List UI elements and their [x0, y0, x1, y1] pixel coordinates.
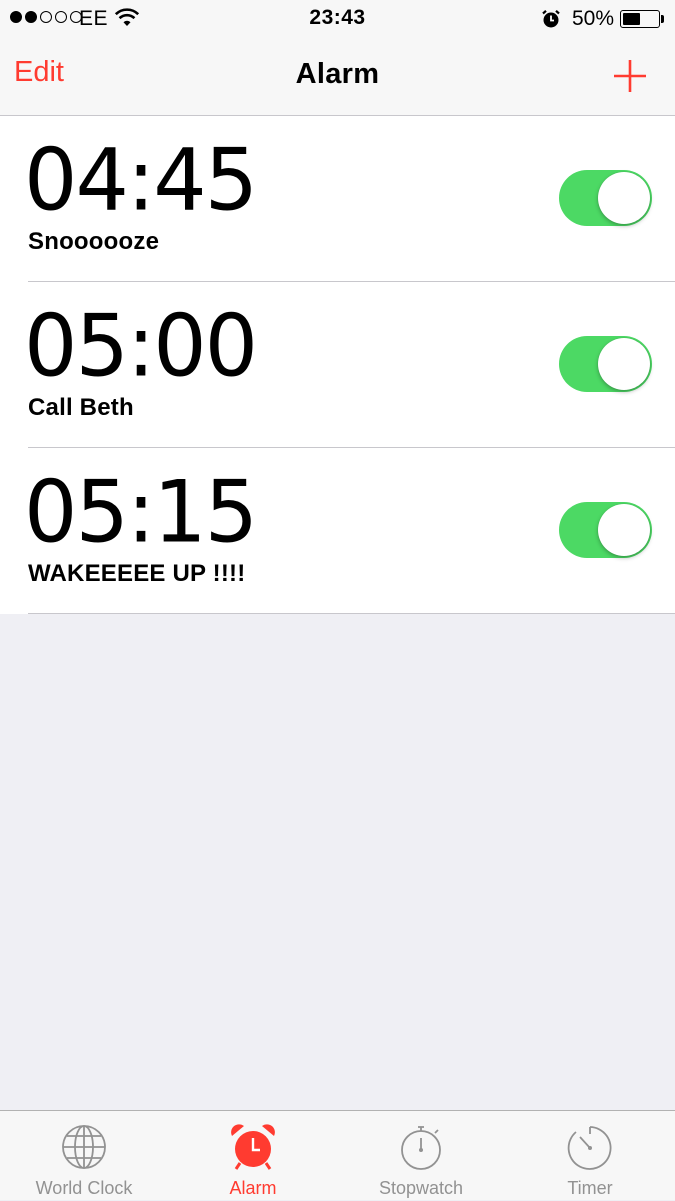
- tab-label: Alarm: [229, 1178, 277, 1198]
- tab-label: Stopwatch: [378, 1178, 464, 1198]
- tab-timer[interactable]: Timer: [506, 1111, 674, 1201]
- plus-icon[interactable]: [612, 58, 648, 94]
- page-title: Alarm: [295, 58, 380, 90]
- tab-label: Timer: [567, 1178, 613, 1198]
- toggle-knob: [598, 172, 650, 224]
- alarm-toggle[interactable]: [559, 336, 652, 392]
- battery-level-fill: [623, 13, 640, 25]
- battery-percentage: 50%: [572, 7, 615, 30]
- alarm-toggle[interactable]: [559, 502, 652, 558]
- alarm-clock-icon: [231, 1124, 275, 1170]
- stopwatch-icon: [401, 1126, 441, 1170]
- alarm-toggle[interactable]: [559, 170, 652, 226]
- tab-bar: World Clock Alarm Stopwatch Timer: [0, 1110, 675, 1200]
- alarm-row[interactable]: 05:15 WAKEEEEE UP !!!!: [0, 448, 675, 614]
- tab-world-clock[interactable]: World Clock: [0, 1111, 168, 1201]
- alarm-indicator-icon: [541, 9, 561, 35]
- battery-nub: [661, 15, 664, 23]
- toggle-knob: [598, 504, 650, 556]
- alarm-label: WAKEEEEE UP !!!!: [28, 560, 246, 587]
- alarm-row[interactable]: 05:00 Call Beth: [0, 282, 675, 448]
- globe-icon: [62, 1125, 106, 1169]
- top-bar: EE 23:43 50% Edit Alarm: [0, 0, 675, 116]
- alarm-time: 04:45: [24, 130, 258, 230]
- alarm-list: 04:45 Snoooooze 05:00 Call Beth 05:15 WA…: [0, 116, 675, 614]
- battery-icon: [620, 10, 660, 28]
- alarm-row[interactable]: 04:45 Snoooooze: [0, 116, 675, 282]
- alarm-time: 05:00: [24, 296, 258, 396]
- alarm-label: Call Beth: [28, 394, 134, 421]
- tab-stopwatch[interactable]: Stopwatch: [337, 1111, 505, 1201]
- tab-alarm[interactable]: Alarm: [169, 1111, 337, 1201]
- alarm-time: 05:15: [24, 462, 258, 562]
- toggle-knob: [598, 338, 650, 390]
- alarm-label: Snoooooze: [28, 228, 160, 255]
- tab-label: World Clock: [35, 1178, 133, 1198]
- status-bar: EE 23:43 50%: [0, 0, 675, 38]
- timer-icon: [567, 1126, 612, 1170]
